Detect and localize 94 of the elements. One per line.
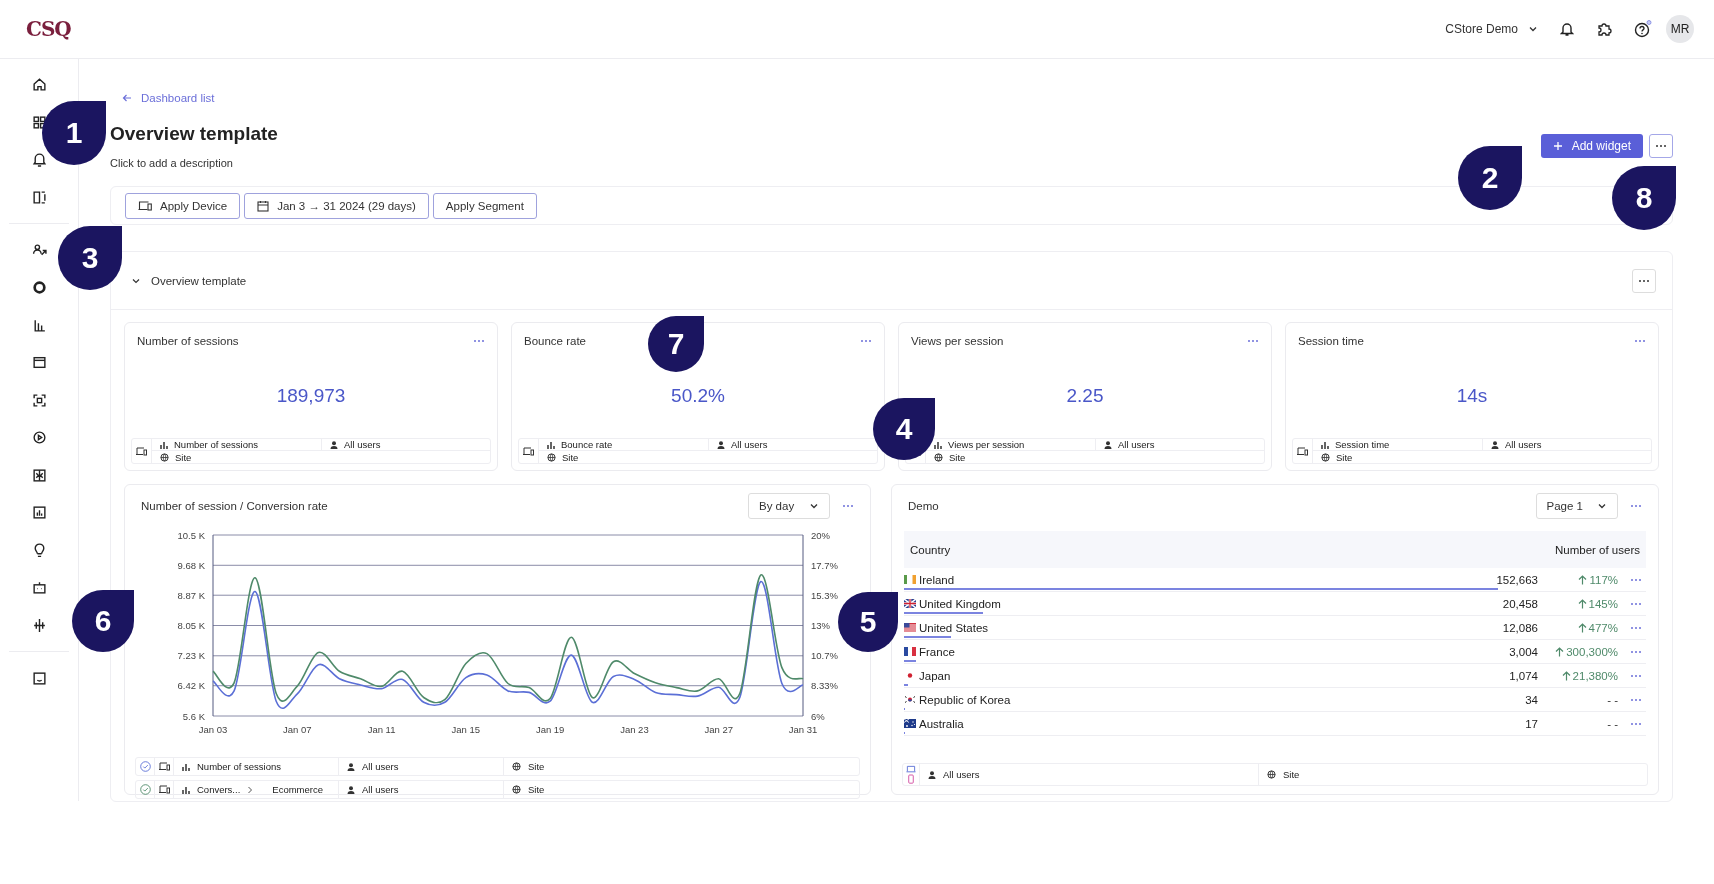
axis-label: Jan 27	[704, 724, 733, 735]
step-marker: 1	[42, 101, 106, 165]
step-marker: 2	[1458, 146, 1522, 210]
change-value: 300,300%	[1566, 645, 1618, 658]
user-count: 34	[1524, 693, 1538, 706]
axis-label: 8.87 K	[177, 589, 205, 601]
axis-label: 9.68 K	[177, 559, 205, 571]
column-header: Number of users	[1555, 543, 1640, 556]
axis-label: 13%	[811, 620, 830, 631]
country-name: France	[919, 645, 956, 658]
card-title: Views per session	[911, 335, 1004, 347]
add-widget-button[interactable]: Add widget	[1540, 134, 1643, 158]
axis-label: 10.5 K	[177, 529, 205, 541]
user-count: 12,086	[1501, 621, 1538, 634]
change-value: 117%	[1589, 573, 1618, 586]
page-title: Overview template	[110, 123, 278, 145]
logo[interactable]: CSQ	[26, 17, 71, 41]
workspace-dropdown[interactable]: CStore Demo	[1445, 22, 1538, 36]
kpi-value: 189,973	[275, 383, 347, 408]
device-filter-button[interactable]: Apply Device	[125, 192, 241, 219]
kpi-value: 50.2%	[670, 383, 726, 408]
page-dropdown[interactable]: Page 1	[1535, 493, 1618, 519]
date-range-button[interactable]: Jan 3 → 31 2024 (29 days)	[244, 192, 429, 219]
country-name: Ireland	[919, 573, 956, 586]
back-link[interactable]: Dashboard list	[122, 92, 215, 104]
change-value: 477%	[1588, 621, 1618, 634]
card-title: Number of session / Conversion rate	[141, 500, 328, 512]
segment-label: All users	[943, 769, 980, 780]
country-name: Republic of Korea	[919, 693, 1012, 706]
axis-label: 6%	[811, 710, 825, 722]
step-marker: 8	[1612, 166, 1676, 230]
kpi-value: 2.25	[1065, 383, 1105, 408]
axis-label: Jan 15	[451, 724, 481, 735]
scope-label: Site	[175, 451, 192, 463]
segment-filter-button[interactable]: Apply Segment	[432, 192, 537, 219]
series-name: Convers...	[197, 784, 241, 795]
change-value: 145%	[1588, 597, 1618, 610]
metric-label: Session time	[1335, 439, 1390, 450]
card-title: Demo	[908, 500, 939, 512]
card-title: Number of sessions	[137, 335, 239, 347]
metric-label: Number of sessions	[174, 439, 258, 450]
granularity-dropdown[interactable]: By day	[748, 493, 830, 519]
country-name: Japan	[919, 669, 952, 682]
axis-label: 6.42 K	[177, 680, 205, 692]
user-count: 1,074	[1508, 669, 1538, 682]
scope-label: Site	[528, 784, 545, 795]
axis-label: 10.7%	[811, 650, 838, 662]
section-toggle[interactable]: Overview template	[131, 274, 247, 287]
change-value: - -	[1607, 693, 1618, 706]
axis-label: Jan 11	[367, 724, 396, 735]
scope-label: Site	[562, 451, 579, 463]
axis-label: Jan 03	[198, 724, 228, 735]
card-title: Bounce rate	[524, 335, 586, 347]
axis-label: 5.6 K	[182, 710, 205, 722]
scope-label: Site	[949, 451, 966, 463]
segment-label: All users	[362, 784, 399, 795]
card-title: Session time	[1298, 335, 1364, 347]
kpi-value: 14s	[1455, 383, 1489, 408]
description-placeholder[interactable]: Click to add a description	[110, 157, 278, 169]
segment-label: All users	[1505, 439, 1542, 450]
step-marker: 6	[72, 590, 134, 652]
axis-label: Jan 19	[535, 724, 565, 735]
axis-label: Jan 31	[788, 724, 818, 735]
change-value: 21,380%	[1572, 669, 1618, 682]
axis-label: 8.05 K	[177, 620, 205, 631]
metric-label: Bounce rate	[561, 439, 613, 450]
axis-label: 8.33%	[811, 680, 838, 692]
user-avatar[interactable]: MR	[1666, 15, 1694, 43]
axis-label: 20%	[811, 529, 830, 541]
axis-label: Jan 23	[620, 724, 649, 735]
segment-label: All users	[731, 439, 768, 450]
user-count: 152,663	[1495, 573, 1538, 586]
step-marker: 3	[58, 226, 122, 290]
country-name: United States	[919, 621, 990, 634]
change-value: - -	[1607, 717, 1618, 730]
axis-label: 17.7%	[811, 559, 838, 571]
axis-label: Jan 07	[283, 724, 312, 735]
user-count: 20,458	[1501, 597, 1538, 610]
country-name: United Kingdom	[919, 597, 1002, 610]
goal-label: Ecommerce	[272, 784, 323, 795]
user-count: 17	[1524, 717, 1538, 730]
scope-label: Site	[1283, 769, 1300, 780]
axis-label: 15.3%	[811, 589, 838, 601]
scope-label: Site	[528, 761, 545, 772]
series-name: Number of sessions	[197, 761, 281, 772]
axis-label: 7.23 K	[177, 650, 205, 662]
scope-label: Site	[1336, 451, 1353, 463]
user-count: 3,004	[1508, 645, 1538, 658]
segment-label: All users	[362, 761, 399, 772]
segment-label: All users	[1118, 439, 1155, 450]
country-name: Australia	[919, 717, 965, 730]
column-header: Country	[910, 543, 951, 556]
metric-label: Views per session	[948, 439, 1025, 450]
segment-label: All users	[344, 439, 381, 450]
